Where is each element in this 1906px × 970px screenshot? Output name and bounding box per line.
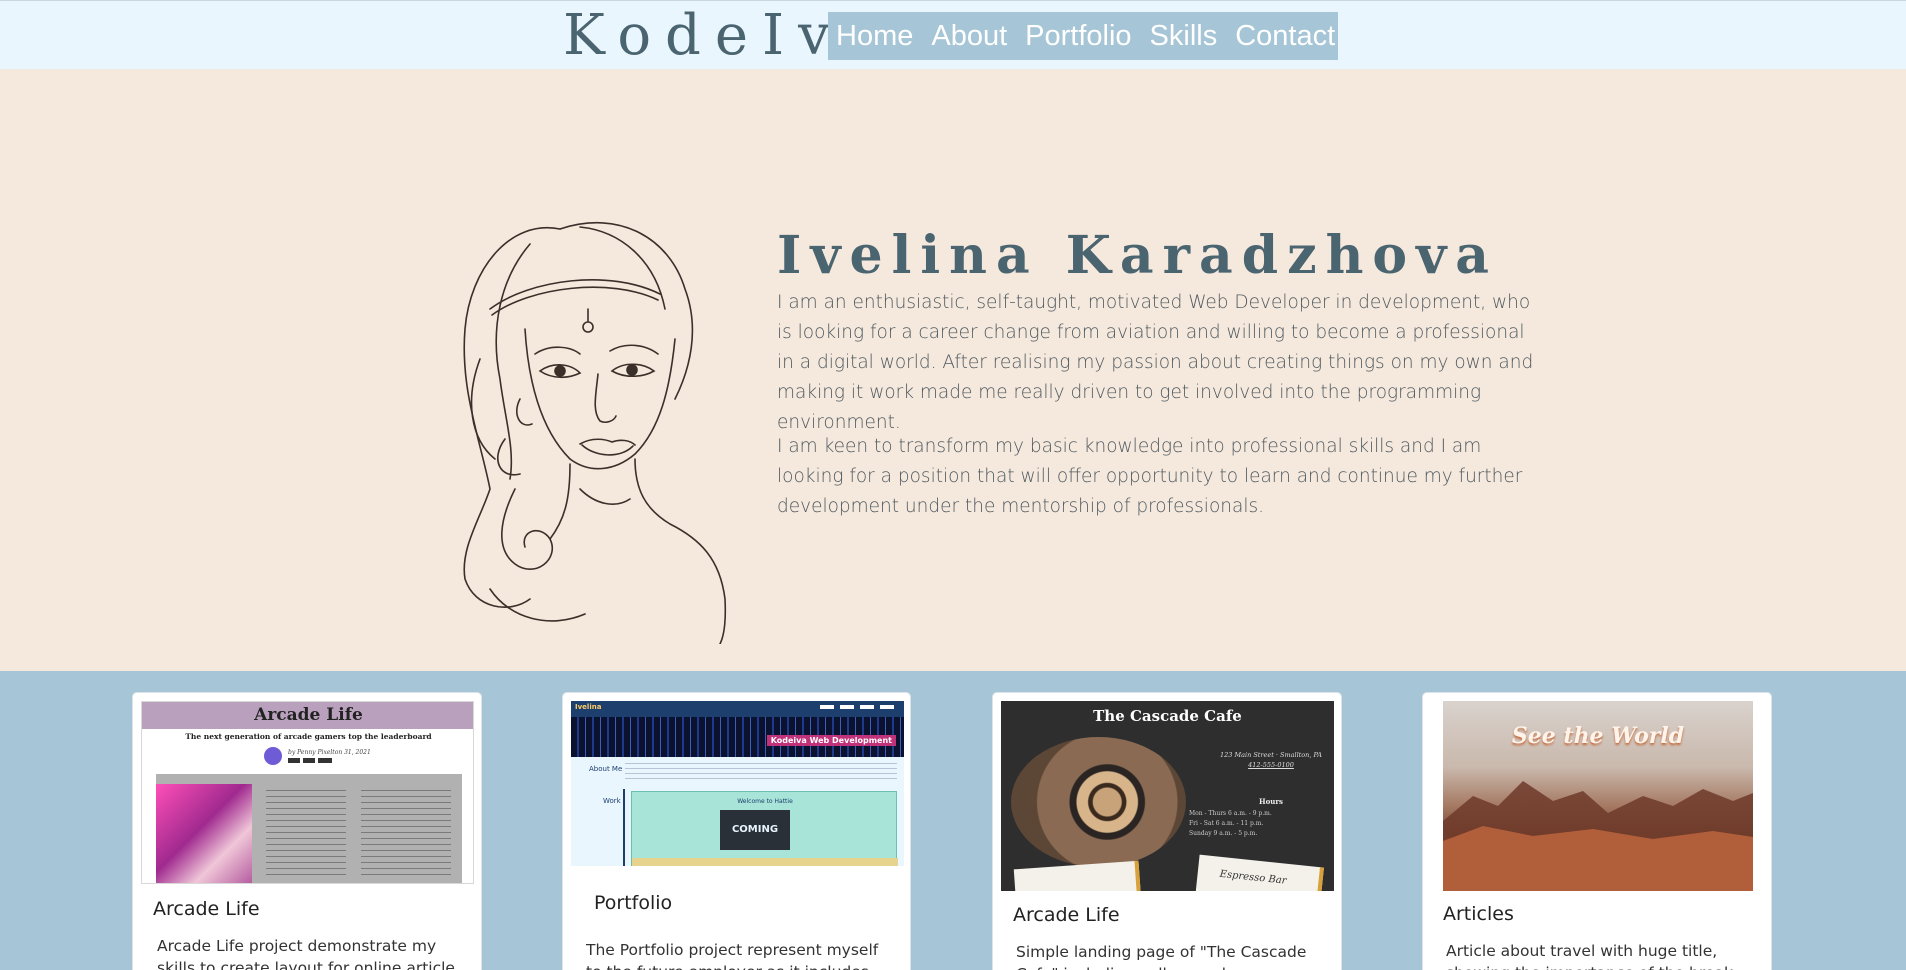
project-card-arcade-life[interactable]: Arcade Life The next generation of arcad…	[132, 692, 482, 970]
thumb-coming-soon: COMING SOON!	[720, 810, 790, 866]
thumb-navbar: Ivelina	[571, 701, 904, 717]
card-title: Arcade Life	[1013, 904, 1120, 926]
nav-link-skills[interactable]: Skills	[1150, 20, 1218, 53]
thumb-subheading: The next generation of arcade gamers top…	[185, 732, 432, 741]
thumb-nav-links	[820, 705, 900, 709]
see-the-world-thumbnail[interactable]: See the World	[1443, 701, 1753, 891]
thumb-welcome: Welcome to Hattie	[737, 798, 793, 805]
hero-goal-paragraph: I am keen to transform my basic knowledg…	[777, 436, 1523, 517]
thumb-hours-row: Sunday 9 a.m. - 5 p.m.	[1189, 830, 1258, 837]
card-description: Simple landing page of "The Cascade Cafe…	[1016, 943, 1307, 970]
business-card	[1013, 860, 1142, 891]
project-card-articles[interactable]: See the World Articles Article about tra…	[1422, 692, 1772, 970]
business-card-text: Espresso Bar	[1195, 854, 1324, 891]
card-description: The Portfolio project represent myself t…	[586, 941, 879, 970]
thumb-about-text	[625, 763, 897, 783]
arcade-photo	[156, 784, 252, 883]
thumb-brand: Ivelina	[575, 703, 602, 711]
project-card-cascade-cafe[interactable]: The Cascade Cafe 123 Main Street · Small…	[992, 692, 1342, 970]
arcade-life-thumbnail[interactable]: Arcade Life The next generation of arcad…	[141, 701, 474, 884]
nav-link-portfolio[interactable]: Portfolio	[1025, 20, 1131, 53]
thumb-hours-list: Mon - Thurs 6 a.m. - 9 p.m. Fri - Sat 6 …	[1189, 809, 1329, 839]
thumb-heading: Arcade Life	[142, 702, 473, 729]
thumb-hours-title: Hours	[1258, 797, 1283, 806]
cascade-cafe-thumbnail[interactable]: The Cascade Cafe 123 Main Street · Small…	[1001, 701, 1334, 891]
article-body-block	[156, 774, 462, 883]
thumb-footer	[632, 858, 898, 866]
thumb-about-label: About Me	[589, 765, 623, 773]
thumb-hours-row: Mon - Thurs 6 a.m. - 9 p.m.	[1189, 810, 1272, 817]
thumb-work-label: Work	[603, 797, 621, 805]
thumb-phone: 412-555-0100	[1248, 761, 1294, 769]
thumb-heading: See the World	[1511, 723, 1685, 749]
thumb-byline: by Penny Pixelton 31, 2021	[288, 749, 371, 756]
portfolio-thumbnail[interactable]: Ivelina Kodeiva Web Development About Me…	[571, 701, 904, 866]
tag-chip	[318, 758, 332, 763]
hero-section: Ivelina Karadzhova I am an enthusiastic,…	[0, 69, 1906, 671]
nav-link-about[interactable]: About	[931, 20, 1007, 53]
tag-chip	[303, 758, 315, 763]
thumb-banner-text: Kodeiva Web Development	[766, 735, 896, 746]
thumb-address: 123 Main Street · Smallton, PA	[1220, 751, 1322, 759]
text-column	[266, 790, 346, 880]
thumb-hours-row: Fri - Sat 6 a.m. - 11 p.m.	[1189, 820, 1264, 827]
thumb-work-preview: Welcome to Hattie COMING SOON!	[631, 791, 898, 866]
card-description: Article about travel with huge title, sh…	[1446, 942, 1738, 970]
thumb-banner: Kodeiva Web Development	[571, 717, 904, 757]
portrait-sketch	[463, 221, 727, 644]
hero-intro-paragraph: I am an enthusiastic, self-taught, motiv…	[777, 292, 1534, 433]
thumb-divider	[623, 789, 625, 866]
projects-section: Arcade Life The next generation of arcad…	[0, 671, 1906, 970]
nav-link-home[interactable]: Home	[836, 20, 913, 53]
text-column	[361, 790, 451, 880]
author-avatar	[264, 747, 282, 765]
coffee-cups-photo	[1011, 737, 1186, 867]
nav-links: Home About Portfolio Skills Contact	[828, 12, 1338, 60]
card-title: Articles	[1443, 903, 1514, 925]
hero-name: Ivelina Karadzhova	[777, 225, 1498, 286]
thumb-heading: The Cascade Cafe	[1093, 707, 1242, 725]
card-title: Arcade Life	[153, 898, 260, 920]
project-card-portfolio[interactable]: Ivelina Kodeiva Web Development About Me…	[562, 692, 911, 970]
tag-chip	[288, 758, 300, 763]
card-description: Arcade Life project demonstrate my skill…	[157, 937, 460, 970]
nav-link-contact[interactable]: Contact	[1235, 20, 1335, 53]
card-title: Portfolio	[594, 892, 673, 914]
navbar: KodeIva Home About Portfolio Skills Cont…	[0, 0, 1906, 69]
